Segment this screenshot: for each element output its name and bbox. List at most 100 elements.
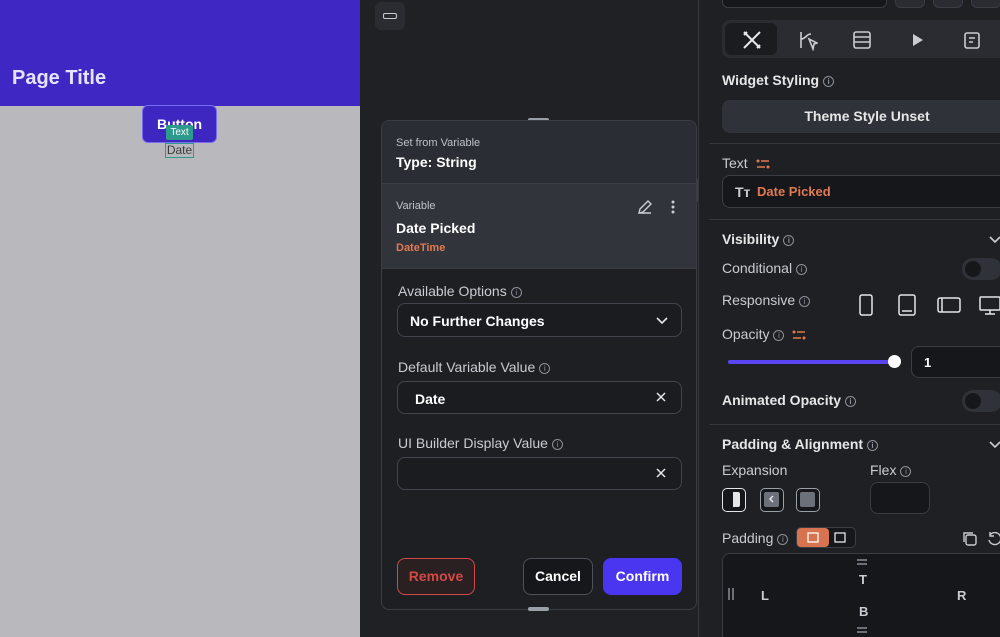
widget-name-input[interactable] — [722, 0, 887, 8]
ui-builder-text: UI Builder Display Value — [398, 435, 548, 451]
conditional-toggle[interactable] — [962, 258, 1000, 280]
divider — [709, 143, 1000, 144]
info-icon[interactable]: i — [823, 75, 835, 87]
text-label: Text — [722, 155, 770, 171]
info-icon[interactable]: i — [799, 295, 811, 307]
collapse-panel-button[interactable] — [375, 2, 405, 30]
animated-opacity-text: Animated Opacity — [722, 392, 842, 408]
variable-icon[interactable] — [792, 330, 806, 340]
desktop-icon[interactable] — [979, 294, 1000, 316]
padding-right[interactable]: R — [957, 588, 966, 603]
drag-handle-bottom[interactable] — [528, 607, 549, 611]
tablet-icon[interactable] — [897, 294, 917, 316]
padding-mode-toggle[interactable] — [796, 527, 856, 548]
phone-icon[interactable] — [858, 294, 874, 316]
available-options-select[interactable]: No Further Changes — [397, 303, 682, 337]
theme-style-button[interactable]: Theme Style Unset — [722, 100, 1000, 133]
opacity-slider-track[interactable] — [728, 360, 894, 364]
properties-panel: Widget Styling i Theme Style Unset Text T… — [698, 0, 1000, 637]
info-icon[interactable]: i — [510, 286, 522, 298]
ui-builder-label: UI Builder Display Value i — [398, 435, 563, 451]
visibility-text: Visibility — [722, 231, 780, 247]
flex-label: Flex i — [870, 462, 912, 478]
tab-properties[interactable] — [725, 23, 777, 55]
expansion-expanded-button[interactable] — [760, 488, 784, 512]
tab-backend-query[interactable] — [835, 23, 887, 55]
padding-bottom[interactable]: B — [859, 604, 868, 619]
toolbar-button[interactable] — [971, 0, 1000, 8]
chevron-down-icon — [656, 317, 668, 325]
more-vertical-icon[interactable] — [668, 198, 678, 216]
info-icon[interactable]: i — [773, 329, 785, 341]
info-icon[interactable]: i — [551, 438, 563, 450]
visibility-label: Visibility i — [722, 231, 795, 247]
info-icon[interactable]: i — [783, 234, 795, 246]
opacity-slider-handle[interactable] — [888, 355, 901, 368]
popup-header: Set from Variable Type: String — [382, 121, 696, 183]
toggle-knob — [965, 393, 981, 409]
expansion-flexible-icon — [727, 492, 740, 507]
padding-editor: T L R B — [722, 553, 1000, 637]
info-icon[interactable]: i — [777, 533, 789, 545]
tab-animations[interactable] — [890, 23, 942, 55]
default-value-label: Default Variable Value i — [398, 359, 551, 375]
info-icon[interactable]: i — [845, 395, 857, 407]
padding-top[interactable]: T — [859, 572, 867, 587]
opacity-label: Opacity i — [722, 326, 806, 342]
info-icon[interactable]: i — [796, 263, 808, 275]
expansion-tight-button[interactable] — [796, 488, 820, 512]
variable-icon[interactable] — [756, 159, 770, 169]
variable-card[interactable]: Variable Date Picked DateTime — [382, 183, 696, 269]
ui-builder-display-field[interactable] — [397, 457, 682, 490]
text-value-field[interactable]: Tт Date Picked — [722, 175, 1000, 208]
drag-mark — [857, 627, 867, 629]
reset-icon[interactable] — [986, 531, 1000, 547]
padding-individual-icon[interactable] — [834, 532, 846, 543]
text-type-icon: Tт — [735, 184, 751, 200]
clear-icon[interactable] — [655, 391, 667, 403]
info-icon[interactable]: i — [539, 362, 551, 374]
opacity-value: 1 — [924, 355, 932, 370]
canvas-text-widget[interactable]: Date — [165, 143, 194, 158]
tab-actions[interactable] — [780, 23, 832, 55]
toolbar-button[interactable] — [933, 0, 963, 8]
chevron-down-icon[interactable] — [989, 234, 1000, 246]
panel-icon — [383, 13, 397, 19]
expansion-flexible-button[interactable] — [722, 488, 746, 512]
play-icon — [913, 34, 923, 46]
drag-mark — [857, 631, 867, 633]
clear-icon[interactable] — [655, 467, 667, 479]
padding-label: Padding i — [722, 530, 789, 546]
flex-input[interactable] — [870, 482, 930, 514]
tab-documentation[interactable] — [945, 23, 997, 55]
set-from-variable-popup: Set from Variable Type: String Variable … — [381, 120, 697, 610]
default-value-field[interactable]: Date — [397, 381, 682, 414]
info-icon[interactable]: i — [900, 465, 912, 477]
toolbar-button[interactable] — [895, 0, 925, 8]
padding-text: Padding — [722, 530, 774, 546]
info-icon[interactable]: i — [867, 439, 879, 451]
tablet-landscape-icon[interactable] — [937, 294, 961, 316]
animated-opacity-toggle[interactable] — [962, 390, 1000, 412]
cancel-button[interactable]: Cancel — [523, 558, 593, 595]
available-options-text: Available Options — [398, 283, 507, 299]
remove-button[interactable]: Remove — [397, 558, 475, 595]
confirm-button[interactable]: Confirm — [603, 558, 682, 595]
database-icon — [853, 31, 871, 49]
default-value-text: Default Variable Value — [398, 359, 536, 375]
copy-icon[interactable] — [962, 531, 978, 547]
padding-uniform-option[interactable] — [797, 528, 829, 547]
chevron-down-icon[interactable] — [989, 439, 1000, 451]
paint-tools-icon — [743, 31, 761, 49]
toggle-knob — [965, 261, 981, 277]
app-bar[interactable]: Page Title — [0, 0, 360, 106]
padding-left[interactable]: L — [761, 588, 769, 603]
page-title[interactable]: Page Title — [12, 67, 106, 90]
responsive-text: Responsive — [722, 292, 796, 308]
widget-styling-label: Widget Styling i — [722, 72, 835, 88]
drag-mark — [732, 588, 734, 600]
opacity-input[interactable]: 1 — [911, 346, 1000, 378]
text-label-text: Text — [722, 155, 748, 171]
variable-name: Date Picked — [396, 220, 476, 236]
edit-icon[interactable] — [636, 198, 654, 216]
